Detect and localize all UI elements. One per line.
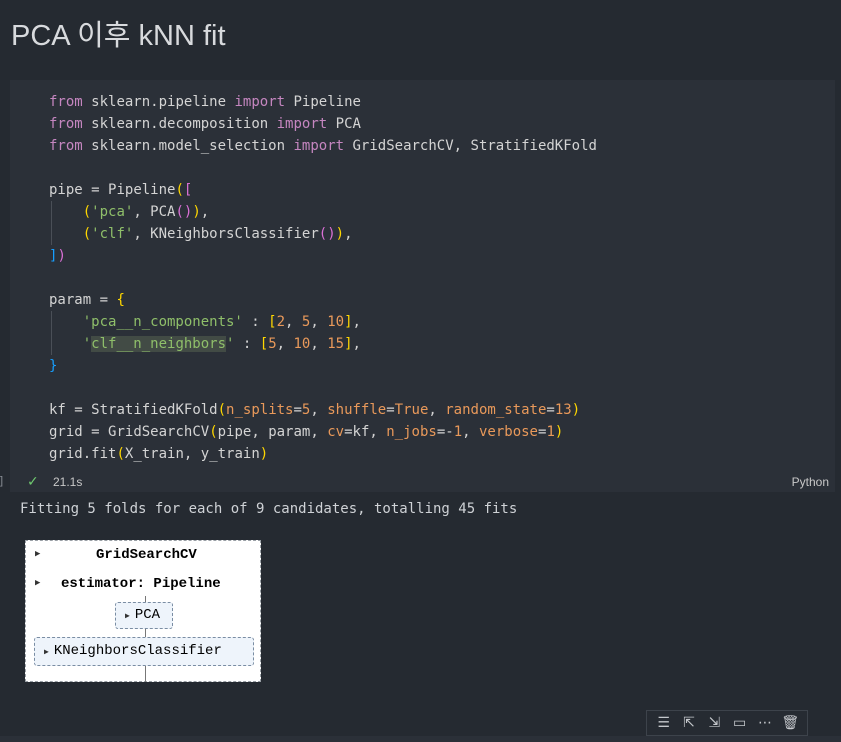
code-cell[interactable]: from sklearn.pipeline import Pipeline fro… — [10, 80, 835, 492]
code-editor[interactable]: from sklearn.pipeline import Pipeline fro… — [49, 91, 597, 465]
cell-bracket: ] — [0, 475, 4, 487]
code-line[interactable]: from sklearn.decomposition import PCA — [49, 113, 597, 135]
cell-toolbar: ☰ ⇱ ⇲ ▭ ⋯ 🗑 — [646, 710, 808, 736]
cell-status-bar: ] ✓ 21.1s Python — [0, 472, 841, 492]
next-cell-edge — [0, 736, 841, 742]
check-icon: ✓ — [27, 473, 39, 489]
code-line[interactable]: param = { — [49, 289, 597, 311]
expand-toggle-icon: ▶ — [44, 648, 49, 657]
connector-line — [145, 666, 146, 682]
code-line[interactable]: from sklearn.pipeline import Pipeline — [49, 91, 597, 113]
code-line[interactable]: from sklearn.model_selection import Grid… — [49, 135, 597, 157]
run-by-line-icon[interactable]: ☰ — [654, 715, 674, 731]
estimator-diagram: ▶ GridSearchCV ▶ estimator: Pipeline ▶ PC… — [25, 540, 261, 682]
code-line[interactable]: grid.fit(X_train, y_train) — [49, 443, 597, 465]
code-line[interactable]: 'pca__n_components' : [2, 5, 10], — [49, 311, 597, 333]
more-icon[interactable]: ⋯ — [755, 715, 775, 731]
diagram-estimator-label[interactable]: estimator: Pipeline — [61, 576, 221, 592]
execute-below-icon[interactable]: ⇲ — [704, 715, 724, 731]
code-line[interactable]: kf = StratifiedKFold(n_splits=5, shuffle… — [49, 399, 597, 421]
code-line[interactable] — [49, 377, 597, 399]
execution-time: 21.1s — [53, 475, 83, 489]
code-line[interactable]: grid = GridSearchCV(pipe, param, cv=kf, … — [49, 421, 597, 443]
diagram-root-label[interactable]: GridSearchCV — [96, 547, 197, 563]
pipeline-step-knn[interactable]: ▶ KNeighborsClassifier — [34, 637, 254, 666]
knn-label: KNeighborsClassifier — [53, 643, 222, 659]
markdown-heading: PCA 이후 kNN fit — [11, 20, 226, 52]
language-picker[interactable]: Python — [792, 475, 829, 489]
pca-label: PCA — [134, 607, 161, 623]
execute-above-icon[interactable]: ⇱ — [679, 715, 699, 731]
code-line[interactable] — [49, 267, 597, 289]
code-line[interactable]: ('pca', PCA()), — [49, 201, 597, 223]
code-line[interactable] — [49, 157, 597, 179]
indent-guide — [51, 311, 52, 355]
code-line[interactable]: 'clf__n_neighbors' : [5, 10, 15], — [49, 333, 597, 355]
expand-toggle-icon[interactable]: ▶ — [35, 578, 40, 588]
code-line[interactable]: ]) — [49, 245, 597, 267]
pipeline-step-pca[interactable]: ▶ PCA — [115, 602, 173, 629]
cell-output-text: Fitting 5 folds for each of 9 candidates… — [20, 501, 518, 517]
indent-guide — [51, 201, 52, 245]
split-cell-icon[interactable]: ▭ — [730, 715, 750, 731]
code-line[interactable]: pipe = Pipeline([ — [49, 179, 597, 201]
delete-icon[interactable]: 🗑 — [780, 715, 800, 731]
code-line[interactable]: ('clf', KNeighborsClassifier()), — [49, 223, 597, 245]
expand-toggle-icon[interactable]: ▶ — [35, 549, 40, 559]
expand-toggle-icon: ▶ — [125, 612, 130, 621]
code-line[interactable]: } — [49, 355, 597, 377]
